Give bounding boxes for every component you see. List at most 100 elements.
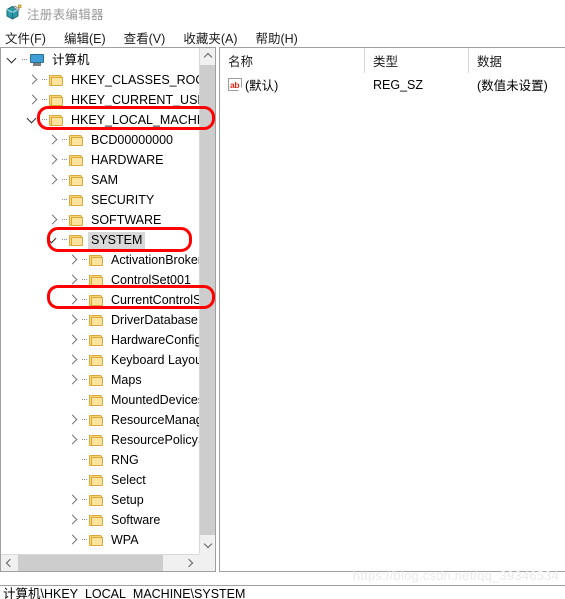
chevron-right-icon[interactable] [65,350,80,370]
tree-item[interactable]: Setup [1,490,199,510]
column-header-data[interactable]: 数据 [469,48,565,73]
folder-icon [69,174,84,187]
value-list-pane[interactable]: 名称 类型 数据 ab (默认) REG_SZ (数值未设置) [219,47,565,572]
tree-item[interactable]: BCD00000000 [1,130,199,150]
tree-connector-line [40,90,49,110]
registry-tree-pane[interactable]: 计算机 HKEY_CLASSES_ROOT HKEY_CURRENT_USER HKE… [0,47,216,572]
tree-item[interactable]: SAM [1,170,199,190]
chevron-right-icon[interactable] [65,310,80,330]
menu-view[interactable]: 查看(V) [124,28,175,47]
menu-help[interactable]: 帮助(H) [255,28,306,47]
folder-icon [89,494,104,507]
tree-item-label: CurrentControlSet [111,292,199,307]
tree-item-label: ActivationBroker [111,252,199,267]
chevron-down-icon[interactable] [45,230,60,250]
tree-horizontal-scrollbar[interactable] [1,554,199,571]
tree-item[interactable]: HKEY_CLASSES_ROOT [1,70,199,90]
chevron-right-icon[interactable] [65,270,80,290]
chevron-right-icon[interactable] [65,430,80,450]
chevron-right-icon[interactable] [65,330,80,350]
chevron-right-icon[interactable] [65,370,80,390]
tree-item[interactable]: CurrentControlSet [1,290,199,310]
tree-vertical-scrollbar[interactable] [199,48,215,554]
table-row[interactable]: ab (默认) REG_SZ (数值未设置) [220,73,565,96]
tree-item[interactable]: HARDWARE [1,150,199,170]
chevron-right-icon[interactable] [25,90,40,110]
scroll-left-arrow-icon[interactable] [1,555,18,571]
tree-item[interactable]: HKEY_LOCAL_MACHINE [1,110,199,130]
scroll-right-arrow-icon[interactable] [182,555,199,571]
folder-icon [69,234,84,247]
chevron-right-icon[interactable] [65,290,80,310]
chevron-right-icon[interactable] [65,250,80,270]
value-name-cell[interactable]: ab (默认) [220,73,365,96]
column-header-type[interactable]: 类型 [365,48,469,73]
folder-icon [89,414,104,427]
chevron-right-icon[interactable] [65,410,80,430]
chevron-right-icon[interactable] [45,210,60,230]
folder-icon [89,334,104,347]
chevron-right-icon[interactable] [25,70,40,90]
chevron-right-icon[interactable] [25,550,40,553]
tree-item[interactable]: ControlSet001 [1,270,199,290]
tree-connector-line [80,490,89,510]
tree-item[interactable]: SECURITY [1,190,199,210]
chevron-right-icon[interactable] [45,150,60,170]
tree-item[interactable]: SYSTEM [1,230,199,250]
main-panes: 计算机 HKEY_CLASSES_ROOT HKEY_CURRENT_USER HKE… [0,47,565,572]
menu-file[interactable]: 文件(F) [5,28,55,47]
folder-icon [69,134,84,147]
chevron-down-icon[interactable] [25,110,40,130]
folder-icon [89,314,104,327]
tree-connector-line [60,170,69,190]
menu-favorites[interactable]: 收藏夹(A) [183,28,246,47]
tree-item[interactable]: Maps [1,370,199,390]
tree-item-root[interactable]: 计算机 [1,50,199,70]
tree-connector-line [80,330,89,350]
tree-item-label: SAM [91,172,119,187]
tree-item[interactable]: Software [1,510,199,530]
tree-item[interactable]: HKEY_CURRENT_USER [1,90,199,110]
folder-icon [89,374,104,387]
tree-connector-line [40,70,49,90]
tree-item-label: HKEY_LOCAL_MACHINE [71,112,199,127]
tree-item[interactable]: ResourcePolicyStore [1,430,199,450]
chevron-right-icon[interactable] [65,490,80,510]
column-header-name[interactable]: 名称 [220,48,365,73]
tree-item[interactable]: MountedDevices [1,390,199,410]
folder-icon [49,94,64,107]
tree-item[interactable]: HKEY_USERS [1,550,199,554]
tree-item[interactable]: ActivationBroker [1,250,199,270]
horizontal-scroll-thumb[interactable] [18,555,163,571]
tree-item-label: WPA [111,532,139,547]
tree-item[interactable]: Select [1,470,199,490]
tree-item-label: DriverDatabase [111,312,198,327]
tree-item[interactable]: WPA [1,530,199,550]
tree-item[interactable]: Keyboard Layout [1,350,199,370]
chevron-right-icon[interactable] [65,530,80,550]
tree-item[interactable]: DriverDatabase [1,310,199,330]
tree-item[interactable]: SOFTWARE [1,210,199,230]
chevron-right-icon[interactable] [45,170,60,190]
folder-icon [89,474,104,487]
tree-item[interactable]: ResourceManager [1,410,199,430]
scroll-down-arrow-icon[interactable] [200,537,215,554]
tree-item-label: Select [111,472,146,487]
tree-connector-line [80,450,89,470]
scroll-up-arrow-icon[interactable] [200,48,215,65]
tree-item[interactable]: HardwareConfig [1,330,199,350]
menu-edit[interactable]: 编辑(E) [64,28,115,47]
vertical-scroll-thumb[interactable] [200,65,215,535]
chevron-right-icon[interactable] [45,130,60,150]
tree-item-label: HardwareConfig [111,332,199,347]
tree-item[interactable]: RNG [1,450,199,470]
chevron-right-icon[interactable] [65,510,80,530]
tree-item-label: Maps [111,372,142,387]
chevron-down-icon[interactable] [5,50,20,70]
tree-item-label: Keyboard Layout [111,352,199,367]
